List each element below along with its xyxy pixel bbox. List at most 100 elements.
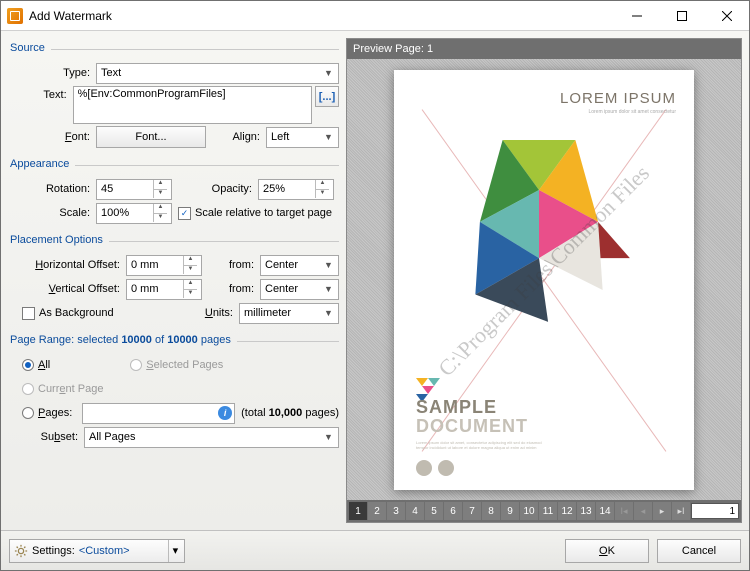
page-thumbs-bar: 1 2 3 4 5 6 7 8 9 10 11 12 13 14 I◂ ◂ ▸ … <box>347 500 741 522</box>
scale-relative-label: Scale relative to target page <box>195 207 332 219</box>
spin-down-icon[interactable]: ▼ <box>153 189 167 198</box>
page-thumb[interactable]: 8 <box>482 502 500 520</box>
page-thumb[interactable]: 11 <box>539 502 557 520</box>
hoffset-input[interactable]: ▲▼ <box>126 255 202 276</box>
units-label: Units: <box>181 307 239 319</box>
voffset-label: Vertical Offset: <box>8 283 126 295</box>
preview-viewport[interactable]: LOREM IPSUM Lorem ipsum dolor sit amet c… <box>347 59 741 500</box>
page-thumb[interactable]: 3 <box>387 502 405 520</box>
hfrom-select[interactable]: Center ▼ <box>260 255 339 276</box>
subset-value: All Pages <box>89 431 135 443</box>
macro-button[interactable]: [...] <box>315 86 339 107</box>
minimize-button[interactable] <box>614 1 659 30</box>
spin-down-icon[interactable]: ▼ <box>183 265 197 274</box>
hoffset-value[interactable] <box>131 259 183 271</box>
appearance-header: Appearance <box>8 156 69 174</box>
last-page-button[interactable]: ▸I <box>672 502 690 520</box>
page-thumb[interactable]: 4 <box>406 502 424 520</box>
rotation-value[interactable] <box>101 183 153 195</box>
scale-input[interactable]: ▲▼ <box>96 203 172 224</box>
close-icon <box>722 11 732 21</box>
radio-all[interactable] <box>22 359 34 371</box>
scale-relative-checkbox[interactable]: ✓ <box>178 207 191 220</box>
app-icon <box>7 8 23 24</box>
subset-select[interactable]: All Pages ▼ <box>84 427 339 448</box>
close-button[interactable] <box>704 1 749 30</box>
radio-all-label: All <box>38 359 50 371</box>
spin-up-icon[interactable]: ▲ <box>183 280 197 289</box>
minimize-icon <box>632 11 642 21</box>
voffset-input[interactable]: ▲▼ <box>126 279 202 300</box>
page-thumb[interactable]: 14 <box>596 502 614 520</box>
page-thumb[interactable]: 10 <box>520 502 538 520</box>
badges <box>416 460 454 476</box>
radio-pages[interactable] <box>22 407 34 419</box>
divider <box>51 49 339 50</box>
voffset-value[interactable] <box>131 283 183 295</box>
chevron-down-icon: ▼ <box>321 68 336 78</box>
opacity-label: Opacity: <box>172 183 258 195</box>
preview-page: LOREM IPSUM Lorem ipsum dolor sit amet c… <box>394 70 694 490</box>
text-input[interactable]: %[Env:CommonProgramFiles] <box>73 86 313 124</box>
type-select[interactable]: Text ▼ <box>96 63 339 84</box>
font-button[interactable]: Font... <box>96 126 206 148</box>
page-thumb[interactable]: 2 <box>368 502 386 520</box>
prev-page-button[interactable]: ◂ <box>634 502 652 520</box>
spin-up-icon[interactable]: ▲ <box>153 204 167 213</box>
text-label: Text: <box>8 86 73 101</box>
units-value: millimeter <box>244 307 291 319</box>
vfrom-value: Center <box>265 283 298 295</box>
spin-down-icon[interactable]: ▼ <box>183 289 197 298</box>
divider <box>109 241 339 242</box>
sample-line1: SAMPLE <box>416 397 542 418</box>
spin-up-icon[interactable]: ▲ <box>153 180 167 189</box>
as-background-checkbox[interactable] <box>22 307 35 320</box>
radio-current <box>22 383 34 395</box>
ok-button[interactable]: OK <box>565 539 649 563</box>
spin-down-icon[interactable]: ▼ <box>315 189 329 198</box>
font-label: Font: <box>8 131 96 143</box>
doc-header: LOREM IPSUM Lorem ipsum dolor sit amet c… <box>560 90 676 115</box>
scale-value[interactable] <box>101 207 153 219</box>
page-thumb[interactable]: 7 <box>463 502 481 520</box>
units-select[interactable]: millimeter ▼ <box>239 303 339 324</box>
chevron-down-icon: ▼ <box>321 308 336 318</box>
opacity-value[interactable] <box>263 183 315 195</box>
subset-label: Subset: <box>8 431 84 443</box>
pages-input[interactable] <box>82 403 235 424</box>
scale-label: Scale: <box>8 207 96 219</box>
sample-line2: DOCUMENT <box>416 416 542 437</box>
rotation-input[interactable]: ▲▼ <box>96 179 172 200</box>
settings-value: <Custom> <box>79 545 130 557</box>
gear-icon <box>14 544 28 558</box>
vfrom-label: from: <box>202 283 260 295</box>
page-thumb[interactable]: 12 <box>558 502 576 520</box>
doc-title-text: LOREM IPSUM <box>560 90 676 107</box>
total-pages-label: (total 10,000 pages) <box>235 407 339 419</box>
page-thumb[interactable]: 1 <box>349 502 367 520</box>
info-icon[interactable]: i <box>218 406 232 420</box>
placement-header: Placement Options <box>8 232 103 250</box>
page-thumb[interactable]: 6 <box>444 502 462 520</box>
spin-up-icon[interactable]: ▲ <box>315 180 329 189</box>
page-thumb[interactable]: 13 <box>577 502 595 520</box>
radio-pages-label: Pages: <box>38 407 82 419</box>
pagerange-header: Page Range: selected 10000 of 10000 page… <box>8 332 231 350</box>
pagerange-group: Page Range: selected 10000 of 10000 page… <box>8 330 339 450</box>
opacity-input[interactable]: ▲▼ <box>258 179 334 200</box>
spin-down-icon[interactable]: ▼ <box>153 213 167 222</box>
settings-dropdown[interactable]: Settings: <Custom> ▾ <box>9 539 185 563</box>
first-page-button[interactable]: I◂ <box>615 502 633 520</box>
source-group: Source Type: Text ▼ Text: %[Env:CommonPr… <box>8 38 339 150</box>
cancel-button[interactable]: Cancel <box>657 539 741 563</box>
vfrom-select[interactable]: Center ▼ <box>260 279 339 300</box>
page-thumb[interactable]: 9 <box>501 502 519 520</box>
maximize-button[interactable] <box>659 1 704 30</box>
page-thumb[interactable]: 5 <box>425 502 443 520</box>
next-page-button[interactable]: ▸ <box>653 502 671 520</box>
spin-up-icon[interactable]: ▲ <box>183 256 197 265</box>
sample-artwork <box>444 140 634 340</box>
align-value: Left <box>271 131 289 143</box>
page-number-input[interactable] <box>691 503 739 519</box>
align-select[interactable]: Left ▼ <box>266 127 339 148</box>
